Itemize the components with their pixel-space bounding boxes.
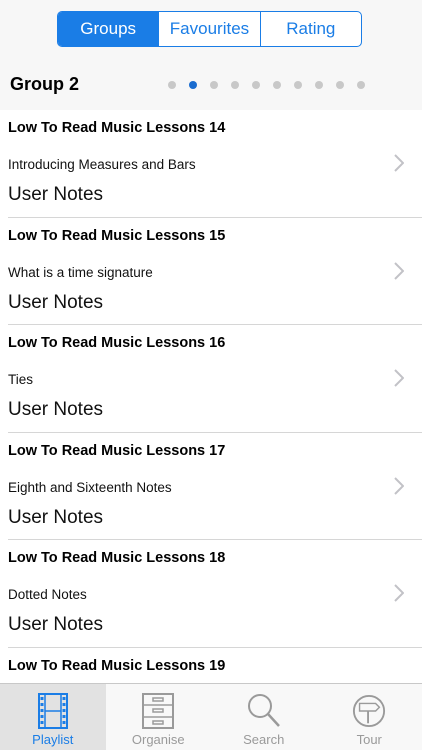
page-indicator[interactable] (168, 81, 365, 89)
lesson-list: Low To Read Music Lessons 14 Introducing… (0, 110, 422, 684)
group-header: Group 2 (0, 58, 422, 110)
item-subtitle: What is a time signature (8, 264, 153, 280)
segment-groups[interactable]: Groups (58, 12, 159, 46)
item-title: Low To Read Music Lessons 15 (8, 227, 226, 244)
segment-rating[interactable]: Rating (259, 12, 361, 46)
page-dot[interactable] (168, 81, 176, 89)
chevron-right-icon (394, 584, 404, 602)
item-title: Low To Read Music Lessons 19 (8, 657, 226, 674)
tab-label: Tour (356, 732, 382, 747)
list-item[interactable]: Low To Read Music Lessons 18 Dotted Note… (8, 540, 422, 648)
page-dot[interactable] (357, 81, 365, 89)
chevron-right-icon (394, 476, 404, 495)
item-title: Low To Read Music Lessons 18 (8, 550, 226, 566)
page-dot[interactable] (231, 81, 239, 89)
search-icon (247, 692, 281, 730)
page-dot[interactable] (315, 81, 323, 89)
item-notes: User Notes (8, 614, 104, 635)
segment-favourites[interactable]: Favourites (158, 12, 259, 46)
film-icon (36, 692, 70, 730)
tab-search[interactable]: Search (211, 684, 317, 750)
view-segmented-control: Groups Favourites Rating (57, 11, 362, 47)
page-dot[interactable] (294, 81, 302, 89)
tab-playlist[interactable]: Playlist (0, 684, 106, 750)
item-subtitle: Dotted Notes (8, 587, 87, 602)
top-bar: Groups Favourites Rating (0, 0, 422, 58)
item-title: Low To Read Music Lessons 17 (8, 442, 226, 459)
page-dot[interactable] (252, 81, 260, 89)
page-dot[interactable] (336, 81, 344, 89)
cabinet-icon (141, 692, 175, 730)
signpost-icon (352, 692, 386, 730)
item-notes: User Notes (8, 184, 104, 205)
chevron-right-icon (394, 369, 404, 387)
list-item[interactable]: Low To Read Music Lessons 16 Ties User N… (8, 325, 422, 433)
tab-label: Search (243, 732, 285, 747)
list-item[interactable]: Low To Read Music Lessons 17 Eighth and … (8, 433, 422, 540)
item-title: Low To Read Music Lessons 14 (8, 120, 226, 136)
list-item[interactable]: Low To Read Music Lessons 14 Introducing… (8, 110, 422, 218)
list-item[interactable]: Low To Read Music Lessons 19 (8, 648, 422, 685)
item-notes: User Notes (8, 506, 104, 528)
tab-bar: Playlist Organise Search Tour (0, 683, 422, 750)
item-notes: User Notes (8, 291, 104, 313)
page-dot[interactable] (273, 81, 281, 89)
tab-organise[interactable]: Organise (106, 684, 212, 750)
group-title: Group 2 (10, 74, 80, 94)
item-subtitle: Eighth and Sixteenth Notes (8, 479, 172, 495)
page-dot-current[interactable] (189, 81, 197, 89)
item-subtitle: Introducing Measures and Bars (8, 157, 196, 172)
chevron-right-icon (394, 261, 404, 280)
tab-tour[interactable]: Tour (317, 684, 422, 750)
item-title: Low To Read Music Lessons 16 (8, 335, 226, 351)
list-item[interactable]: Low To Read Music Lessons 15 What is a t… (8, 218, 422, 325)
page-dot[interactable] (210, 81, 218, 89)
chevron-right-icon (394, 154, 404, 172)
item-subtitle: Ties (8, 372, 34, 387)
tab-label: Organise (131, 732, 185, 747)
item-notes: User Notes (8, 399, 104, 420)
tab-label: Playlist (32, 732, 74, 747)
